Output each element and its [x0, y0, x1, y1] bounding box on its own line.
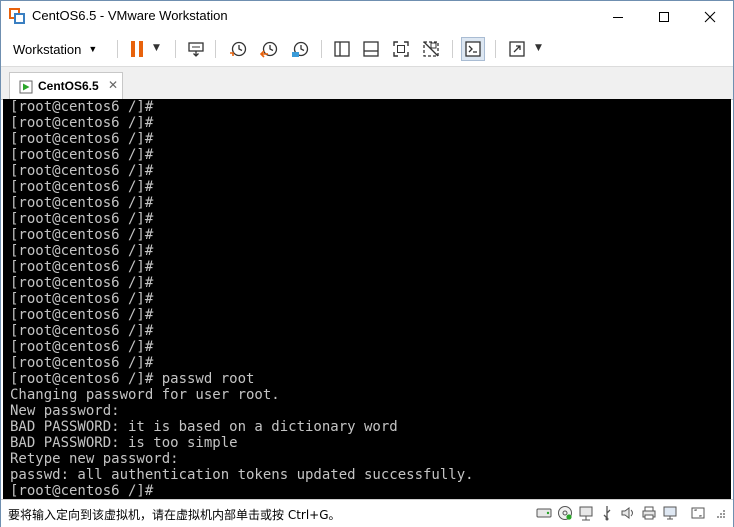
console-line: [root@centos6 /]#	[10, 179, 154, 195]
stretch-icon	[508, 40, 526, 58]
console-line: [root@centos6 /]#	[10, 131, 154, 147]
console-line: BAD PASSWORD: it is based on a dictionar…	[10, 419, 398, 435]
console-line: [root@centos6 /]#	[10, 259, 154, 275]
maximize-button[interactable]	[641, 1, 687, 32]
fullscreen-toggle-icon[interactable]	[689, 504, 707, 522]
vmware-app-icon	[9, 8, 25, 24]
console-line: [root@centos6 /]# passwd root	[10, 371, 255, 387]
hard-disk-icon[interactable]	[535, 504, 553, 522]
pause-button[interactable]	[125, 37, 149, 61]
snapshot-manager-icon	[291, 40, 309, 58]
minimize-icon	[612, 11, 624, 23]
unity-button[interactable]	[419, 37, 443, 61]
toolbar-divider	[495, 40, 496, 58]
console-view-button[interactable]	[461, 37, 485, 61]
stretch-guest-button[interactable]	[505, 37, 529, 61]
toolbar-divider	[452, 40, 453, 58]
workstation-menu-label: Workstation	[13, 41, 82, 57]
status-message: 要将输入定向到该虚拟机，请在虚拟机内部单击或按 Ctrl+G。	[8, 508, 341, 522]
snapshot-icon	[229, 40, 247, 58]
toolbar-divider	[215, 40, 216, 58]
console-line: [root@centos6 /]#	[10, 275, 154, 291]
show-thumbnail-bar-button[interactable]	[359, 37, 383, 61]
snapshot-manager-button[interactable]	[288, 37, 312, 61]
fullscreen-icon	[392, 40, 410, 58]
console-line: [root@centos6 /]#	[10, 243, 154, 259]
close-button[interactable]	[687, 1, 733, 32]
close-icon	[704, 11, 716, 23]
revert-snapshot-icon	[260, 40, 278, 58]
console-line: [root@centos6 /]#	[10, 307, 154, 323]
tab-close-icon[interactable]: ✕	[108, 78, 118, 92]
console-line: Changing password for user root.	[10, 387, 280, 403]
take-snapshot-button[interactable]	[226, 37, 250, 61]
console-line: [root@centos6 /]#	[10, 291, 154, 307]
resize-grip-icon[interactable]	[711, 504, 729, 522]
show-library-button[interactable]	[330, 37, 354, 61]
window-title: CentOS6.5 - VMware Workstation	[32, 8, 228, 23]
vm-console[interactable]: [root@centos6 /]# [root@centos6 /]# [root@…	[3, 99, 731, 499]
console-line: [root@centos6 /]#	[10, 339, 154, 355]
console-line: [root@centos6 /]#	[10, 99, 154, 115]
maximize-icon	[658, 11, 670, 23]
console-line: New password:	[10, 403, 120, 419]
toolbar-divider	[117, 40, 118, 58]
printer-icon[interactable]	[640, 504, 658, 522]
toolbar-divider	[175, 40, 176, 58]
console-line: [root@centos6 /]#	[10, 211, 154, 227]
vmware-window: CentOS6.5 - VMware Workstation Workstati…	[0, 0, 734, 527]
chevron-down-icon: ▼	[88, 44, 98, 54]
send-ctrl-alt-del-button[interactable]	[184, 37, 208, 61]
console-line: Retype new password:	[10, 451, 179, 467]
running-vm-icon	[19, 80, 33, 94]
console-line: [root@centos6 /]#	[10, 483, 154, 499]
console-line: [root@centos6 /]#	[10, 115, 154, 131]
cd-dvd-icon[interactable]	[556, 504, 574, 522]
toolbar-divider	[321, 40, 322, 58]
network-icon[interactable]	[577, 504, 595, 522]
pause-icon	[129, 40, 145, 58]
tab-label: CentOS6.5	[38, 79, 99, 93]
console-line: [root@centos6 /]#	[10, 227, 154, 243]
usb-icon[interactable]	[598, 504, 616, 522]
workstation-menu-button[interactable]: Workstation ▼	[13, 38, 97, 60]
console-line: [root@centos6 /]#	[10, 195, 154, 211]
tab-centos65[interactable]: CentOS6.5 ✕	[9, 72, 123, 99]
revert-snapshot-button[interactable]	[257, 37, 281, 61]
sidebar-icon	[333, 40, 351, 58]
stretch-dropdown-icon[interactable]: ▼	[535, 43, 542, 53]
full-screen-button[interactable]	[389, 37, 413, 61]
unity-icon	[422, 40, 440, 58]
console-view-icon	[464, 40, 482, 58]
vm-tab-strip: CentOS6.5 ✕	[1, 67, 733, 100]
sound-icon[interactable]	[619, 504, 637, 522]
console-line: [root@centos6 /]#	[10, 147, 154, 163]
send-ctrl-alt-del-icon	[187, 40, 205, 58]
title-bar[interactable]: CentOS6.5 - VMware Workstation	[1, 1, 733, 32]
console-line: BAD PASSWORD: is too simple	[10, 435, 238, 451]
console-line: [root@centos6 /]#	[10, 323, 154, 339]
console-line: [root@centos6 /]#	[10, 163, 154, 179]
minimize-button[interactable]	[595, 1, 641, 32]
display-icon[interactable]	[661, 504, 679, 522]
thumbnail-icon	[362, 40, 380, 58]
status-bar: 要将输入定向到该虚拟机，请在虚拟机内部单击或按 Ctrl+G。	[1, 499, 733, 527]
console-line: passwd: all authentication tokens update…	[10, 467, 474, 483]
console-line: [root@centos6 /]#	[10, 355, 154, 371]
toolbar: Workstation ▼ ▼ ▼	[1, 32, 733, 67]
power-dropdown-icon[interactable]: ▼	[153, 43, 160, 53]
